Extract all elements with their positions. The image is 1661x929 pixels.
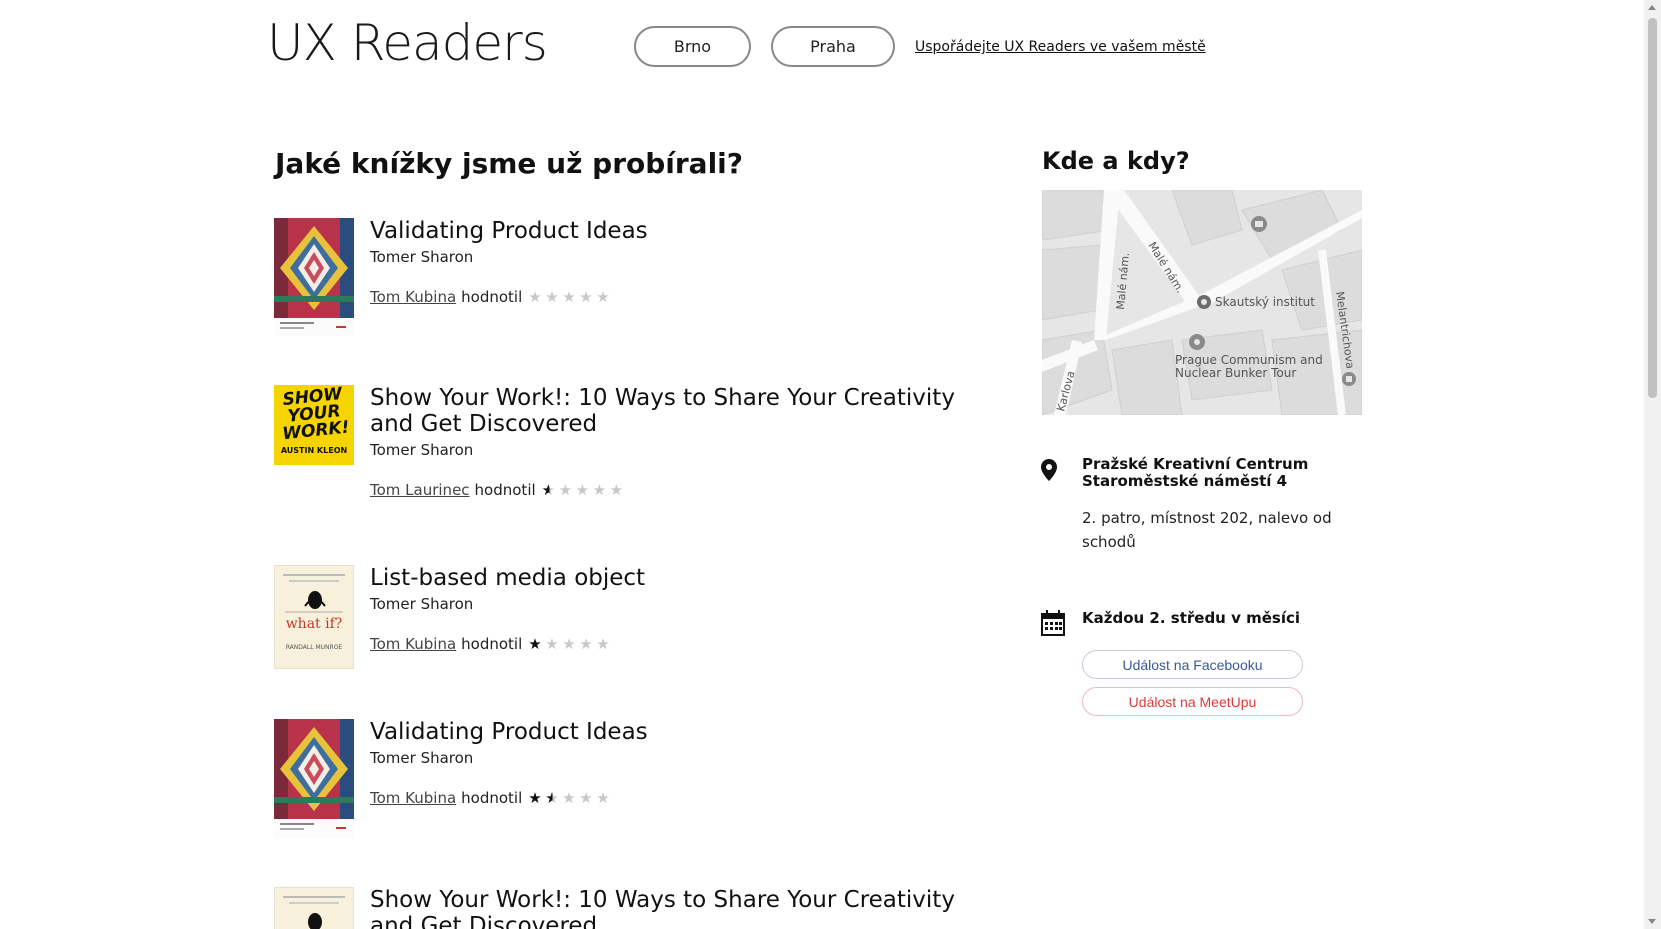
venue: Pražské Kreativní Centrum Staroměstské n…	[1082, 456, 1308, 490]
venue-address: Staroměstské náměstí 4	[1082, 472, 1288, 490]
rated-label: hodnotil	[474, 481, 536, 499]
star-empty-icon: ★	[609, 480, 624, 499]
map-label: Skautský institut	[1215, 295, 1315, 309]
star-half-icon: ★	[545, 788, 559, 807]
book-author: Tomer Sharon	[370, 749, 474, 767]
star-empty-icon: ★	[596, 788, 610, 807]
book-title[interactable]: Validating Product Ideas	[370, 719, 990, 745]
rating-stars: ★ ★ ★ ★ ★	[528, 788, 611, 807]
rating-stars: ★ ★ ★ ★ ★	[541, 480, 625, 499]
book-item: Show Your Work!: 10 Ways to Share Your C…	[274, 887, 994, 929]
reviewer-link[interactable]: Tom Kubina	[370, 635, 456, 653]
star-empty-icon: ★	[562, 287, 576, 306]
book-title[interactable]: List-based media object	[370, 565, 990, 591]
star-half-icon: ★	[541, 480, 556, 499]
rating-line: Tom Laurinec hodnotil ★ ★ ★ ★ ★	[370, 481, 625, 499]
page-scrollbar[interactable]	[1644, 0, 1661, 929]
book-title[interactable]: Validating Product Ideas	[370, 218, 990, 244]
books-section-title: Jaké knížky jsme už probírali?	[275, 147, 744, 180]
map-label: Nuclear Bunker Tour	[1175, 366, 1296, 380]
organize-link[interactable]: Uspořádejte UX Readers ve vašem městě	[915, 39, 1206, 55]
venue-name: Pražské Kreativní Centrum	[1082, 455, 1309, 473]
star-empty-icon: ★	[575, 480, 590, 499]
star-empty-icon: ★	[528, 287, 542, 306]
star-empty-icon: ★	[562, 788, 576, 807]
calendar-icon	[1041, 610, 1065, 640]
where-when-title: Kde a kdy?	[1042, 147, 1190, 175]
book-item: Validating Product Ideas Tomer Sharon To…	[274, 218, 994, 338]
star-empty-icon: ★	[545, 287, 559, 306]
book-cover[interactable]	[274, 887, 354, 929]
scroll-down-arrow[interactable]	[1648, 919, 1656, 924]
city-button-brno[interactable]: Brno	[634, 26, 751, 67]
rating-stars: ★ ★ ★ ★ ★	[528, 634, 611, 653]
reviewer-link[interactable]: Tom Kubina	[370, 789, 456, 807]
star-empty-icon: ★	[579, 788, 593, 807]
book-cover[interactable]	[274, 218, 354, 336]
book-author: Tomer Sharon	[370, 595, 474, 613]
book-cover[interactable]	[274, 719, 354, 837]
meeting-schedule: Každou 2. středu v měsíci	[1082, 609, 1300, 627]
location-pin-icon	[1041, 459, 1057, 485]
book-item: what if? RANDALL MUNROE List-based media…	[274, 565, 994, 685]
star-empty-icon: ★	[592, 480, 607, 499]
location-map[interactable]: Skautský institut Prague Communism and N…	[1042, 190, 1362, 415]
star-empty-icon: ★	[562, 634, 576, 653]
rating-stars: ★ ★ ★ ★ ★	[528, 287, 611, 306]
facebook-event-button[interactable]: Událost na Facebooku	[1082, 650, 1303, 679]
cover-author: RANDALL MUNROE	[285, 644, 343, 651]
book-title[interactable]: Show Your Work!: 10 Ways to Share Your C…	[370, 385, 990, 437]
rating-line: Tom Kubina hodnotil ★ ★ ★ ★ ★	[370, 288, 611, 306]
rating-line: Tom Kubina hodnotil ★ ★ ★ ★ ★	[370, 635, 611, 653]
star-empty-icon: ★	[596, 634, 610, 653]
star-filled-icon: ★	[528, 634, 542, 653]
star-empty-icon: ★	[545, 634, 559, 653]
star-empty-icon: ★	[558, 480, 573, 499]
book-title[interactable]: Show Your Work!: 10 Ways to Share Your C…	[370, 887, 990, 929]
city-button-praha[interactable]: Praha	[771, 26, 895, 67]
rated-label: hodnotil	[461, 635, 523, 653]
site-logo[interactable]: UX Readers	[267, 14, 548, 72]
meetup-event-button[interactable]: Událost na MeetUpu	[1082, 687, 1303, 716]
rated-label: hodnotil	[461, 789, 523, 807]
cover-title: what if?	[285, 616, 343, 632]
book-item: Validating Product Ideas Tomer Sharon To…	[274, 719, 994, 839]
star-filled-icon: ★	[528, 788, 542, 807]
star-empty-icon: ★	[579, 634, 593, 653]
book-cover[interactable]: SHOW YOUR WORK! AUSTIN KLEON	[274, 385, 354, 465]
reviewer-link[interactable]: Tom Kubina	[370, 288, 456, 306]
rated-label: hodnotil	[461, 288, 523, 306]
star-empty-icon: ★	[596, 287, 610, 306]
book-item: SHOW YOUR WORK! AUSTIN KLEON Show Your W…	[274, 385, 994, 535]
reviewer-link[interactable]: Tom Laurinec	[370, 481, 470, 499]
map-label: Prague Communism and	[1175, 353, 1323, 367]
star-empty-icon: ★	[579, 287, 593, 306]
scroll-up-arrow[interactable]	[1648, 5, 1656, 10]
book-author: Tomer Sharon	[370, 248, 474, 266]
book-author: Tomer Sharon	[370, 441, 474, 459]
scrollbar-thumb[interactable]	[1648, 18, 1657, 398]
cover-author: AUSTIN KLEON	[280, 446, 348, 455]
rating-line: Tom Kubina hodnotil ★ ★ ★ ★ ★	[370, 789, 611, 807]
book-cover[interactable]: what if? RANDALL MUNROE	[274, 565, 354, 669]
venue-note: 2. patro, místnost 202, nalevo od schodů	[1082, 509, 1332, 551]
